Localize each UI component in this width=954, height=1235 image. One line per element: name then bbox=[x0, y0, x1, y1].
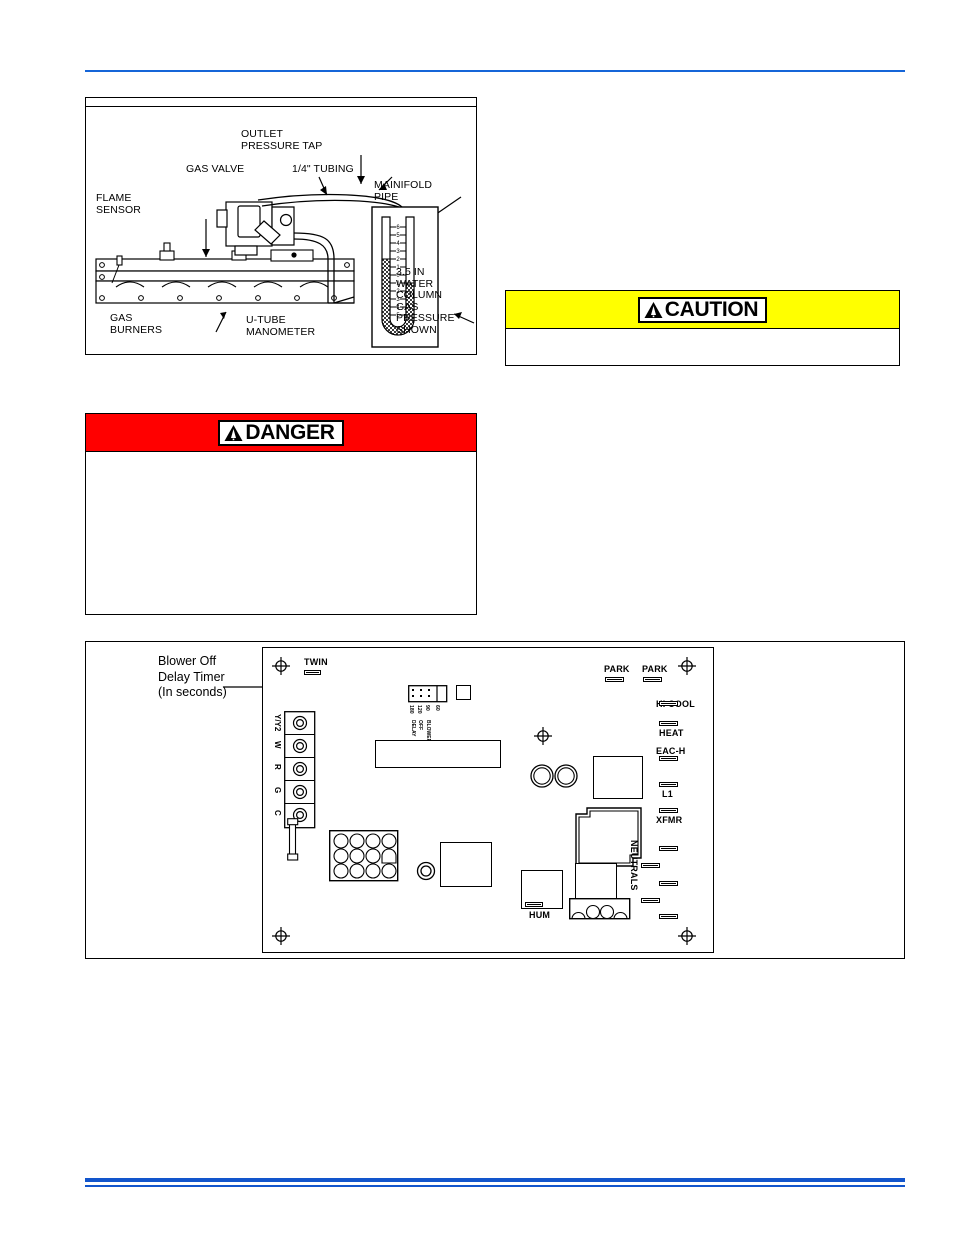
caution-plate: CAUTION bbox=[637, 296, 768, 323]
neutral-terminal-tab-2[interactable] bbox=[641, 863, 660, 868]
board-component-ring bbox=[416, 861, 436, 881]
neutral-terminal-tab-4[interactable] bbox=[641, 898, 660, 903]
board-label-xfmr: XFMR bbox=[656, 815, 683, 825]
label-gas-valve: GAS VALVE bbox=[186, 163, 245, 175]
terminal-label-yy2: Y/Y2 bbox=[273, 714, 282, 732]
danger-plate: DANGER bbox=[218, 419, 344, 446]
xfmr-terminal-tab[interactable] bbox=[659, 808, 678, 813]
blower-delay-option-60: 60 bbox=[434, 705, 440, 711]
board-fuse bbox=[287, 818, 299, 861]
caution-box: CAUTION bbox=[505, 290, 900, 366]
figure-header-strip bbox=[86, 98, 476, 107]
control-board: TWIN 180 120 90 60 DELAY OFF BLOWER PARK… bbox=[262, 647, 714, 953]
blower-delay-title-blower: BLOWER bbox=[425, 720, 431, 743]
caution-word: CAUTION bbox=[664, 298, 759, 321]
manifold-manometer-figure: 654 321 012 345 OUTLET PRESSURE TAP GAS … bbox=[85, 97, 477, 355]
label-u-tube-manometer: U-TUBE MANOMETER bbox=[246, 314, 316, 338]
board-component-relay-upper bbox=[593, 756, 643, 799]
control-board-figure: Blower Off Delay Timer (In seconds) TWIN… bbox=[85, 641, 905, 959]
eac-h-terminal-tab[interactable] bbox=[659, 756, 678, 761]
l1-terminal-tab[interactable] bbox=[659, 782, 678, 787]
neutral-terminal-tab-3[interactable] bbox=[659, 881, 678, 886]
thermostat-terminal-strip[interactable] bbox=[284, 711, 316, 829]
blower-delay-option-120: 120 bbox=[416, 705, 422, 714]
board-label-l1: L1 bbox=[662, 789, 673, 799]
hum-terminal-tab[interactable] bbox=[525, 902, 543, 907]
label-tubing: 1/4" TUBING bbox=[292, 163, 354, 175]
danger-word: DANGER bbox=[245, 421, 335, 444]
caution-body bbox=[506, 329, 899, 345]
footer-divider-thin bbox=[85, 1185, 905, 1187]
molex-connector-12pin[interactable] bbox=[329, 830, 399, 882]
blower-delay-jumper-block[interactable] bbox=[408, 685, 448, 703]
terminal-label-r: R bbox=[273, 764, 282, 770]
label-flame-sensor: FLAME SENSOR bbox=[96, 192, 141, 216]
board-label-heat: HEAT bbox=[659, 728, 684, 738]
terminal-label-g: G bbox=[273, 787, 282, 794]
caution-band: CAUTION bbox=[506, 291, 899, 329]
warning-triangle-icon bbox=[224, 424, 243, 441]
danger-body bbox=[86, 452, 476, 468]
board-label-neutrals: NEUTRALS bbox=[629, 840, 639, 891]
park-terminal-tab-2[interactable] bbox=[643, 677, 662, 682]
header-divider bbox=[85, 70, 905, 72]
neutral-terminal-tab-1[interactable] bbox=[659, 846, 678, 851]
danger-box: DANGER bbox=[85, 413, 477, 615]
label-pressure-shown: 3.5 IN WATER COLUMN GAS PRESSURE SHOWN bbox=[396, 266, 455, 336]
label-mainifold-pipe: MAINIFOLD PIPE bbox=[374, 179, 433, 203]
board-label-twin: TWIN bbox=[304, 657, 328, 667]
warning-triangle-icon bbox=[644, 301, 663, 318]
twin-terminal-tab[interactable] bbox=[304, 670, 321, 675]
blower-delay-option-90: 90 bbox=[424, 705, 430, 711]
mount-hole-icon bbox=[678, 927, 696, 945]
mount-hole-icon bbox=[534, 727, 552, 745]
board-label-eac-h: EAC-H bbox=[656, 746, 686, 756]
board-label-hum: HUM bbox=[529, 910, 551, 920]
blower-delay-title-off: OFF bbox=[417, 720, 423, 730]
label-gas-burners: GAS BURNERS bbox=[110, 312, 163, 336]
board-component-ic-long bbox=[375, 740, 501, 768]
board-component-square bbox=[456, 685, 471, 700]
blower-delay-title: DELAY bbox=[410, 720, 416, 737]
hi-cool-terminal-tab[interactable] bbox=[659, 701, 678, 706]
park-terminal-tab-1[interactable] bbox=[605, 677, 624, 682]
neutral-terminal-tab-5[interactable] bbox=[659, 914, 678, 919]
mount-hole-icon bbox=[272, 657, 290, 675]
board-toroid-pair bbox=[530, 764, 578, 788]
label-outlet-pressure-tap: OUTLET PRESSURE TAP bbox=[241, 128, 323, 152]
figure-canvas: 654 321 012 345 OUTLET PRESSURE TAP GAS … bbox=[86, 107, 476, 354]
mount-hole-icon bbox=[678, 657, 696, 675]
terminal-label-w: W bbox=[273, 741, 282, 749]
board-label-park-1: PARK bbox=[604, 664, 630, 674]
board-component-block-lower bbox=[440, 842, 492, 887]
line-voltage-connector[interactable] bbox=[569, 898, 631, 920]
heat-terminal-tab[interactable] bbox=[659, 721, 678, 726]
blower-delay-option-180: 180 bbox=[408, 705, 414, 714]
danger-band: DANGER bbox=[86, 414, 476, 452]
mount-hole-icon bbox=[272, 927, 290, 945]
terminal-label-c: C bbox=[273, 810, 282, 816]
board-component-relay-lower bbox=[575, 863, 617, 903]
board-label-park-2: PARK bbox=[642, 664, 668, 674]
footer-divider-thick bbox=[85, 1178, 905, 1182]
